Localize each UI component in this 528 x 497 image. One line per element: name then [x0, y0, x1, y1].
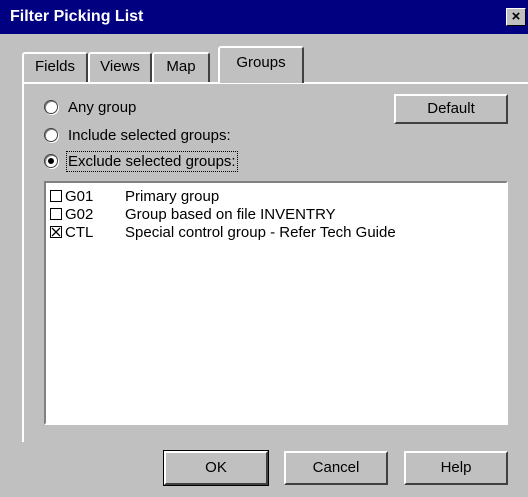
group-description: Primary group	[125, 187, 220, 205]
cancel-button[interactable]: Cancel	[284, 451, 388, 485]
checkbox-icon[interactable]	[50, 208, 62, 220]
radio-selected-icon[interactable]	[44, 154, 58, 168]
help-button[interactable]: Help	[404, 451, 508, 485]
groups-listbox[interactable]: G01 Primary group G02 Group based on fil…	[44, 181, 508, 425]
default-button-label: Default	[427, 100, 475, 117]
tab-groups[interactable]: Groups	[218, 46, 304, 83]
radio-icon[interactable]	[44, 128, 58, 142]
radio-icon[interactable]	[44, 100, 58, 114]
radio-exclude-label: Exclude selected groups:	[66, 150, 238, 172]
tab-fields[interactable]: Fields	[22, 52, 88, 82]
cancel-button-label: Cancel	[312, 459, 360, 476]
tab-views-label: Views	[100, 58, 140, 75]
checkbox-icon[interactable]	[50, 190, 62, 202]
close-button[interactable]: ×	[506, 8, 526, 26]
checkbox-checked-icon[interactable]	[50, 226, 62, 238]
tab-map-label: Map	[166, 58, 196, 75]
close-icon: ×	[511, 8, 521, 25]
tab-groups-label: Groups	[236, 54, 286, 71]
ok-button[interactable]: OK	[163, 450, 269, 486]
group-code: G01	[65, 187, 94, 205]
group-description: Special control group - Refer Tech Guide	[125, 223, 396, 241]
group-code: G02	[65, 205, 94, 223]
ok-button-label: OK	[205, 459, 227, 476]
title-bar[interactable]: Filter Picking List ×	[0, 0, 528, 34]
window-title: Filter Picking List	[10, 8, 144, 25]
filter-picking-list-dialog: Filter Picking List × Fields Views Map G…	[0, 0, 528, 497]
radio-include-selected-groups[interactable]: Include selected groups:	[44, 124, 231, 146]
list-item[interactable]: G02 Group based on file INVENTRY	[50, 205, 336, 223]
tab-map[interactable]: Map	[152, 52, 210, 82]
radio-any-group[interactable]: Any group	[44, 96, 136, 118]
tab-views[interactable]: Views	[88, 52, 152, 82]
radio-exclude-selected-groups[interactable]: Exclude selected groups:	[44, 150, 238, 172]
list-item[interactable]: CTL Special control group - Refer Tech G…	[50, 223, 396, 241]
help-button-label: Help	[440, 459, 472, 476]
radio-include-label: Include selected groups:	[68, 126, 231, 144]
default-button[interactable]: Default	[394, 94, 508, 124]
group-description: Group based on file INVENTRY	[125, 205, 336, 223]
list-item[interactable]: G01 Primary group	[50, 187, 219, 205]
tab-fields-label: Fields	[34, 58, 75, 75]
radio-any-group-label: Any group	[68, 98, 137, 116]
group-code: CTL	[65, 223, 94, 241]
